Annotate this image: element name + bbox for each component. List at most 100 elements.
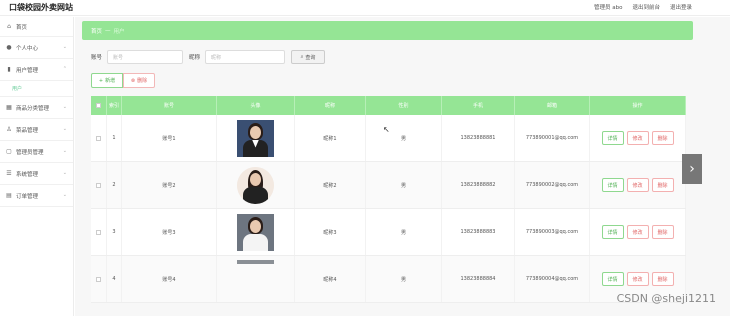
sidebar-item-category[interactable]: ▦ 商品分类管理 ⌄ bbox=[0, 97, 73, 119]
row-checkbox[interactable] bbox=[96, 229, 101, 235]
exit-to-front-link[interactable]: 退出到前台 bbox=[632, 3, 660, 11]
grid-icon: ▦ bbox=[6, 104, 12, 111]
top-bar: 口袋校园外卖网站 管理员 abo 退出到前台 退出登录 bbox=[0, 0, 730, 16]
row-checkbox[interactable] bbox=[96, 135, 101, 141]
mouse-cursor-icon: ↖ bbox=[383, 125, 390, 134]
header-sex: 性别 bbox=[366, 96, 442, 115]
table-row: 3 账号3 昵称3 男 13823888883 773890003@qq.com… bbox=[91, 209, 686, 256]
cell-sex: 男 bbox=[366, 115, 442, 161]
header-phone: 手机 bbox=[442, 96, 515, 115]
chevron-down-icon: ⌄ bbox=[62, 126, 67, 132]
cell-account: 账号1 bbox=[122, 115, 217, 161]
nickname-input[interactable]: 昵称 bbox=[205, 50, 286, 64]
main-content: 首页 — 用户 账号 账号 昵称 昵称 ⌕ 查询 + 新增 ⊗ 删除 索引 账号… bbox=[75, 17, 730, 316]
avatar-image bbox=[237, 166, 274, 204]
table-row: 4 账号4 昵称4 男 13823888884 773890004@qq.com… bbox=[91, 256, 686, 303]
delete-button[interactable]: 删除 bbox=[651, 131, 674, 145]
search-icon: ⌕ bbox=[300, 54, 304, 60]
logout-link[interactable]: 退出登录 bbox=[670, 3, 692, 11]
breadcrumb-separator: — bbox=[105, 27, 111, 34]
search-bar: 账号 账号 昵称 昵称 ⌕ 查询 bbox=[91, 50, 326, 64]
chevron-down-icon: ⌄ bbox=[62, 192, 67, 198]
search-button[interactable]: ⌕ 查询 bbox=[291, 50, 326, 64]
sidebar-item-system[interactable]: ☰ 系统管理 ⌄ bbox=[0, 163, 73, 185]
avatar-image bbox=[237, 213, 274, 251]
chevron-up-icon: ⌃ bbox=[62, 66, 67, 72]
sidebar-item-users[interactable]: ▮ 用户管理 ⌃ bbox=[0, 59, 73, 81]
header-select-all[interactable] bbox=[91, 96, 107, 115]
sidebar-item-label: 商品分类管理 bbox=[16, 105, 50, 112]
chevron-right-icon: › bbox=[689, 161, 695, 177]
action-bar: + 新增 ⊗ 删除 bbox=[91, 73, 155, 88]
edit-button[interactable]: 修改 bbox=[626, 131, 649, 145]
cell-nickname: 昵称1 bbox=[295, 115, 366, 161]
breadcrumb-current: 用户 bbox=[113, 28, 125, 35]
table-row: 1 账号1 昵称1 男 13823888881 773890001@qq.com… bbox=[91, 115, 686, 162]
avatar-image bbox=[237, 119, 274, 157]
cell-email: 773890004@qq.com bbox=[515, 256, 590, 302]
header-email: 邮箱 bbox=[515, 96, 590, 115]
edit-button[interactable]: 修改 bbox=[626, 225, 649, 239]
sidebar-item-label: 管理员管理 bbox=[16, 149, 44, 156]
add-button-label: 新增 bbox=[105, 78, 116, 84]
detail-button[interactable]: 详情 bbox=[601, 131, 624, 145]
header-account: 账号 bbox=[122, 96, 217, 115]
home-icon: ⌂ bbox=[7, 23, 11, 30]
delete-button[interactable]: 删除 bbox=[651, 178, 674, 192]
sidebar-subitem-users[interactable]: 用户 bbox=[0, 81, 73, 97]
edit-button[interactable]: 修改 bbox=[626, 272, 649, 286]
cell-sex: 男 bbox=[366, 209, 442, 255]
batch-delete-button[interactable]: ⊗ 删除 bbox=[123, 73, 155, 88]
cell-index: 3 bbox=[107, 209, 122, 255]
top-right-links: 管理员 abo 退出到前台 退出登录 bbox=[594, 3, 692, 11]
add-button[interactable]: + 新增 bbox=[91, 73, 123, 88]
cell-nickname: 昵称3 bbox=[295, 209, 366, 255]
delete-button[interactable]: 删除 bbox=[651, 272, 674, 286]
sidebar-item-home[interactable]: ⌂ 首页 bbox=[0, 17, 73, 37]
bar-chart-icon: ▮ bbox=[7, 66, 11, 73]
sidebar-item-label: 菜品管理 bbox=[16, 127, 39, 134]
header-nickname: 昵称 bbox=[295, 96, 366, 115]
sidebar-item-admins[interactable]: ▢ 管理员管理 ⌄ bbox=[0, 141, 73, 163]
breadcrumb-home[interactable]: 首页 bbox=[91, 27, 102, 35]
sidebar-item-label: 首页 bbox=[16, 24, 28, 31]
account-input[interactable]: 账号 bbox=[107, 50, 184, 64]
user-icon: ● bbox=[6, 44, 12, 51]
breadcrumb: 首页 — 用户 bbox=[82, 21, 693, 40]
delete-button[interactable]: 删除 bbox=[651, 225, 674, 239]
edit-button[interactable]: 修改 bbox=[626, 178, 649, 192]
next-slide-button[interactable]: › bbox=[682, 154, 702, 184]
sidebar-item-label: 系统管理 bbox=[16, 171, 39, 178]
select-all-checkbox[interactable] bbox=[96, 103, 101, 108]
header-actions: 操作 bbox=[590, 96, 686, 115]
search-button-label: 查询 bbox=[305, 54, 316, 61]
chevron-down-icon: ⌄ bbox=[62, 170, 67, 176]
header-index: 索引 bbox=[107, 96, 122, 115]
site-title: 口袋校园外卖网站 bbox=[9, 3, 73, 12]
chevron-down-icon: ⌄ bbox=[62, 148, 67, 154]
cell-account: 账号4 bbox=[122, 256, 217, 302]
sidebar: ⌂ 首页 ● 个人中心 ⌄ ▮ 用户管理 ⌃ 用户 ▦ 商品分类管理 ⌄ ♙ 菜… bbox=[0, 17, 74, 316]
cell-sex: 男 bbox=[366, 256, 442, 302]
detail-button[interactable]: 详情 bbox=[601, 178, 624, 192]
sidebar-item-dishes[interactable]: ♙ 菜品管理 ⌄ bbox=[0, 119, 73, 141]
cell-email: 773890003@qq.com bbox=[515, 209, 590, 255]
sidebar-item-label: 订单管理 bbox=[16, 193, 39, 200]
list-icon: ☰ bbox=[6, 170, 12, 177]
cell-phone: 13823888884 bbox=[442, 256, 515, 302]
cell-email: 773890002@qq.com bbox=[515, 162, 590, 208]
chevron-down-icon: ⌄ bbox=[62, 104, 67, 110]
table-header: 索引 账号 头像 昵称 性别 手机 邮箱 操作 bbox=[91, 96, 686, 115]
avatar-image bbox=[237, 260, 274, 264]
detail-button[interactable]: 详情 bbox=[601, 225, 624, 239]
cell-index: 2 bbox=[107, 162, 122, 208]
row-checkbox[interactable] bbox=[96, 182, 101, 188]
detail-button[interactable]: 详情 bbox=[601, 272, 624, 286]
sidebar-item-profile[interactable]: ● 个人中心 ⌄ bbox=[0, 37, 73, 59]
chat-icon: ▢ bbox=[6, 148, 12, 155]
sidebar-item-orders[interactable]: ▤ 订单管理 ⌄ bbox=[0, 185, 73, 207]
cell-phone: 13823888881 bbox=[442, 115, 515, 161]
row-checkbox[interactable] bbox=[96, 276, 101, 282]
cell-nickname: 昵称2 bbox=[295, 162, 366, 208]
cell-index: 4 bbox=[107, 256, 122, 302]
